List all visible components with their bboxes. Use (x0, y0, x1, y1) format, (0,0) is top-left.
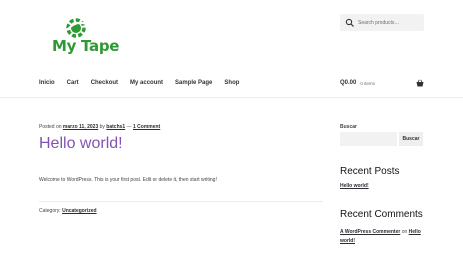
site-title: My Tape (52, 37, 120, 55)
post-divider (39, 201, 323, 202)
post-date-link[interactable]: marzo 11, 2023 (63, 124, 98, 130)
post-author-link[interactable]: batchs1 (106, 124, 125, 130)
recent-comment-item: A WordPress Commenter on Hello world! (340, 228, 424, 246)
site-header: My Tape Search products… Inicio Cart Che… (0, 0, 463, 98)
nav-item-cart[interactable]: Cart (67, 80, 79, 86)
sidebar-search-form: Buscar (340, 132, 423, 146)
post-title[interactable]: Hello world! (39, 134, 323, 154)
search-placeholder: Search products… (358, 19, 400, 26)
nav-item-sample-page[interactable]: Sample Page (175, 80, 212, 86)
post-comments-link[interactable]: 1 Comment (133, 124, 160, 130)
nav-item-shop[interactable]: Shop (224, 80, 239, 86)
cart-count: 0 items (360, 80, 375, 86)
recent-comments-title: Recent Comments (340, 209, 423, 220)
sidebar: Buscar Buscar Recent Posts Hello world! … (340, 124, 430, 244)
nav-item-inicio[interactable]: Inicio (39, 80, 55, 86)
posted-on-label: Posted on (39, 124, 62, 130)
cart-amount: Q0.00 (340, 80, 357, 86)
nav-item-checkout[interactable]: Checkout (91, 80, 118, 86)
category-label: Category: (39, 208, 61, 214)
meta-separator: — (126, 124, 132, 130)
recent-post-link[interactable]: Hello world! (340, 183, 369, 189)
post-meta: Posted on marzo 11, 2023 by batchs1 — 1 … (39, 124, 323, 130)
post-category: Category: Uncategorized (39, 208, 97, 214)
product-search-input[interactable]: Search products… (340, 14, 424, 31)
recent-posts-title: Recent Posts (340, 166, 400, 177)
site-logo[interactable]: My Tape (52, 16, 119, 58)
search-icon (345, 18, 354, 27)
sidebar-search-input[interactable] (340, 132, 397, 146)
category-link[interactable]: Uncategorized (62, 208, 96, 214)
post-body: Welcome to WordPress. This is your first… (39, 177, 217, 183)
basket-icon (416, 79, 424, 87)
nav-item-my-account[interactable]: My account (130, 80, 163, 86)
sidebar-search-label: Buscar (340, 124, 357, 130)
comment-author-link[interactable]: A WordPress Commenter (340, 229, 400, 235)
by-label: by (99, 124, 105, 130)
sidebar-search-button[interactable]: Buscar (399, 132, 423, 146)
primary-navigation: Inicio Cart Checkout My account Sample P… (39, 80, 251, 86)
comment-on-label: on (401, 229, 408, 235)
post-article: Posted on marzo 11, 2023 by batchs1 — 1 … (39, 124, 323, 214)
header-cart[interactable]: Q0.00 0 items (340, 79, 424, 87)
